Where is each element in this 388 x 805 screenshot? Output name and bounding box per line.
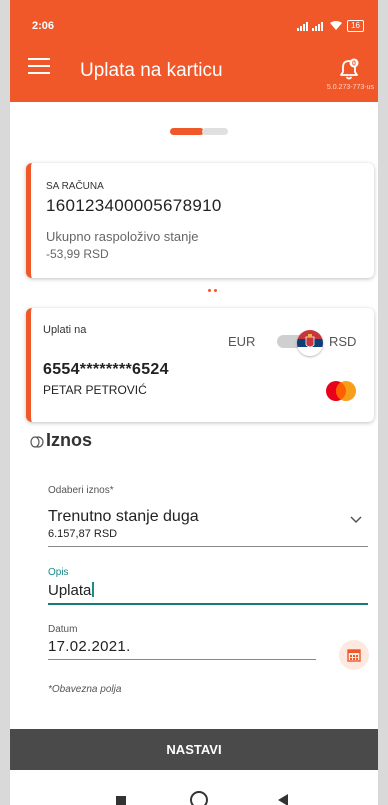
serbia-flag-icon: [297, 330, 323, 356]
phone-screen: 2:06 16 Uplata na karticu 0 5.0.273-773-…: [10, 0, 378, 805]
calendar-button[interactable]: [339, 640, 369, 670]
description-input[interactable]: Uplata: [48, 582, 95, 599]
target-card[interactable]: Uplati na EUR RSD 6554********6524 PETAR…: [26, 308, 374, 422]
date-underline: [48, 659, 316, 660]
mastercard-icon: [326, 381, 356, 401]
text-caret: [92, 582, 95, 597]
target-card-label: Uplati na: [43, 324, 87, 336]
page-indicator-active: [170, 128, 204, 135]
page-title: Uplata na karticu: [80, 60, 223, 81]
amount-section-title: Iznos: [46, 430, 93, 450]
description-label: Opis: [48, 567, 69, 578]
status-bar: 2:06 16: [10, 0, 378, 40]
coins-icon: [30, 436, 44, 448]
bell-icon[interactable]: 0: [336, 56, 362, 82]
currency-rsd-label: RSD: [329, 334, 357, 349]
date-input[interactable]: 17.02.2021.: [48, 638, 131, 655]
balance-label: Ukupno raspoloživo stanje: [46, 229, 199, 244]
next-button[interactable]: NASTAVI: [10, 729, 378, 770]
carousel-dots: [208, 289, 217, 292]
status-icons: 16: [297, 20, 364, 32]
currency-toggle[interactable]: [273, 330, 323, 356]
amount-select-value[interactable]: Trenutno stanje duga: [48, 508, 199, 526]
date-label: Datum: [48, 624, 78, 635]
page-indicator: [170, 128, 228, 135]
amount-select-sub: 6.157,87 RSD: [48, 528, 118, 540]
balance-value: -53,99 RSD: [46, 247, 109, 261]
menu-icon[interactable]: [28, 58, 50, 76]
home-icon[interactable]: [190, 791, 208, 805]
description-value: Uplata: [48, 582, 92, 599]
chevron-down-icon[interactable]: [350, 516, 362, 524]
currency-eur-label: EUR: [228, 334, 256, 349]
calendar-icon: [347, 649, 361, 662]
status-time: 2:06: [32, 20, 55, 32]
wifi-icon: [330, 21, 343, 30]
battery-indicator: 16: [347, 20, 364, 32]
signal-icon: [297, 21, 324, 31]
required-fields-note: *Obavezna polja: [48, 684, 122, 695]
description-underline: [48, 603, 368, 605]
system-nav-bar: [10, 770, 378, 805]
back-icon[interactable]: [278, 794, 288, 805]
card-holder: PETAR PETROVIĆ: [43, 383, 147, 397]
card-number: 6554********6524: [43, 361, 169, 378]
source-account-label: SA RAČUNA: [46, 181, 104, 192]
recent-apps-icon[interactable]: [116, 796, 126, 805]
page-indicator-inactive: [202, 128, 228, 135]
app-bar: Uplata na karticu 0 5.0.273-773-us: [10, 40, 378, 102]
source-account-number: 160123400005678910: [46, 196, 222, 215]
amount-label: Odaberi iznos*: [48, 485, 114, 496]
source-account-card[interactable]: SA RAČUNA 160123400005678910 Ukupno rasp…: [26, 163, 374, 278]
version-text: 5.0.273-773-us: [326, 84, 374, 91]
bell-badge: 0: [352, 61, 356, 68]
amount-underline: [48, 546, 368, 547]
